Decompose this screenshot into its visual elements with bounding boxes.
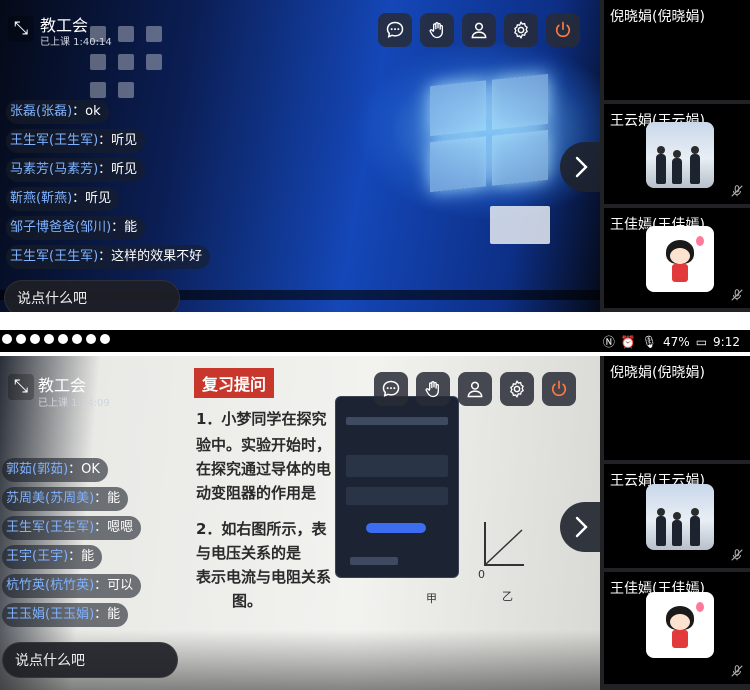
toolbar xyxy=(374,372,576,406)
user-icon xyxy=(467,381,483,398)
worksheet-line: 1．小梦同学在探究 xyxy=(196,410,327,428)
status-icons-right: Ⓝ ⏰ 🎙 47% ▭ 9:12 xyxy=(603,333,740,350)
collapse-icon[interactable]: ⤡ xyxy=(8,374,34,400)
leave-button[interactable] xyxy=(546,13,580,47)
worksheet-line: 验中。实验开始时， xyxy=(196,436,332,454)
raise-hand-icon xyxy=(425,381,439,398)
participant-name: 倪晓娟(倪晓娟) xyxy=(610,365,705,381)
power-icon xyxy=(555,21,571,38)
chat-message: 杭竹英(杭竹英)：可以 xyxy=(2,574,142,598)
avatar xyxy=(646,592,714,658)
raise-hand-button[interactable] xyxy=(420,13,454,47)
settings-button[interactable] xyxy=(504,13,538,47)
chat-message: 马素芳(马素芳)：听见 xyxy=(6,158,146,182)
chat-message: 王生军(王生军)：这样的效果不好 xyxy=(6,245,211,269)
chat-message: 张磊(张磊)：ok xyxy=(6,100,109,124)
worksheet-line: 图。 xyxy=(232,592,263,610)
avatar xyxy=(646,226,714,292)
windows-logo xyxy=(430,73,550,197)
mic-icon: 🎙 xyxy=(641,334,658,349)
settings-button[interactable] xyxy=(500,372,534,406)
chat-button[interactable] xyxy=(374,372,408,406)
chat-icon xyxy=(382,380,400,397)
next-page-button[interactable] xyxy=(560,142,602,192)
chat-message: 靳燕(靳燕)：听见 xyxy=(6,187,120,211)
power-icon xyxy=(551,380,567,397)
avatar xyxy=(646,484,714,550)
leave-button[interactable] xyxy=(542,372,576,406)
chat-button[interactable] xyxy=(378,13,412,47)
worksheet-line: 2．如右图所示，表 xyxy=(196,520,327,538)
desktop-window xyxy=(490,206,550,244)
gear-icon xyxy=(510,380,524,398)
room-status: 已上课 1:24:09 xyxy=(38,398,110,409)
chevron-right-icon xyxy=(575,156,588,178)
chat-message: 王生军(王生军)：听见 xyxy=(6,129,146,153)
meeting-panel-bottom: 复习提问 1．小梦同学在探究 验中。实验开始时， 在探究通过导体的电 动变阻器的… xyxy=(0,356,750,690)
user-icon xyxy=(471,22,487,39)
chat-input[interactable]: 说点什么吧 xyxy=(2,642,178,678)
collapse-icon[interactable]: ⤡ xyxy=(8,16,34,42)
participant-sidebar: 倪晓娟(倪晓娟) 王云娟(王云娟) 王佳嫣(王佳嫣) xyxy=(600,356,750,690)
battery-icon: ▭ xyxy=(695,334,708,349)
chat-input[interactable]: 说点什么吧 xyxy=(4,280,180,312)
alarm-icon: ⏰ xyxy=(620,334,636,349)
participants-button[interactable] xyxy=(462,13,496,47)
graph-label: 乙 xyxy=(502,590,513,603)
participant-tile[interactable]: 王佳嫣(王佳嫣) xyxy=(604,572,750,684)
battery-level: 47% xyxy=(663,334,690,349)
raise-hand-icon xyxy=(429,22,443,39)
participant-sidebar: 倪晓娟(倪晓娟) 王云娟(王云娟) 王佳嫣(王佳嫣) xyxy=(600,0,750,312)
meeting-panel-top: ⤡ 教工会 已上课 1:40:14 张磊(张磊)：ok 王生军(王生军)：听见 … xyxy=(0,0,750,312)
chat-message: 苏周美(苏周美)：能 xyxy=(2,487,129,511)
participant-name: 倪晓娟(倪晓娟) xyxy=(610,9,705,25)
chat-message: 郭茹(郭茹)：OK xyxy=(2,458,108,482)
chat-icon xyxy=(386,21,404,38)
toolbar xyxy=(378,13,580,47)
graph-label: 甲 xyxy=(426,592,437,605)
mic-off-icon xyxy=(731,289,743,301)
chevron-right-icon xyxy=(575,516,588,538)
clock: 9:12 xyxy=(713,334,740,349)
participant-tile[interactable]: 倪晓娟(倪晓娟) xyxy=(604,0,750,100)
chat-list: 郭茹(郭茹)：OK 苏周美(苏周美)：能 王生军(王生军)：嗯嗯 王宇(王宇)：… xyxy=(2,458,142,632)
worksheet-line: 在探究通过导体的电 xyxy=(196,460,332,478)
status-bar: Ⓝ ⏰ 🎙 47% ▭ 9:12 xyxy=(0,330,750,352)
chat-message: 王玉娟(王玉娟)：能 xyxy=(2,603,129,627)
gear-icon xyxy=(514,21,528,39)
chat-list: 张磊(张磊)：ok 王生军(王生军)：听见 马素芳(马素芳)：听见 靳燕(靳燕)… xyxy=(6,100,211,274)
phone-screen-overlay xyxy=(335,396,459,578)
chat-message: 邹子博爸爸(邹川)：能 xyxy=(6,216,146,240)
mic-off-icon xyxy=(731,185,743,197)
participant-tile[interactable]: 王佳嫣(王佳嫣) xyxy=(604,208,750,308)
worksheet-line: 动变阻器的作用是 xyxy=(196,484,317,502)
graph-line xyxy=(486,529,523,565)
mic-off-icon xyxy=(731,665,743,677)
participants-button[interactable] xyxy=(458,372,492,406)
raise-hand-button[interactable] xyxy=(416,372,450,406)
worksheet-title: 复习提问 xyxy=(194,368,275,398)
participant-tile[interactable]: 倪晓娟(倪晓娟) xyxy=(604,356,750,460)
mic-off-icon xyxy=(731,549,743,561)
participant-tile[interactable]: 王云娟(王云娟) xyxy=(604,464,750,568)
avatar xyxy=(646,122,714,188)
participant-tile[interactable]: 王云娟(王云娟) xyxy=(604,104,750,204)
graph-origin-label: 0 xyxy=(478,568,485,581)
worksheet-line: 表示电流与电阻关系 xyxy=(196,568,332,586)
nfc-icon: Ⓝ xyxy=(602,335,615,349)
chat-message: 王生军(王生军)：嗯嗯 xyxy=(2,516,142,540)
room-status: 已上课 1:40:14 xyxy=(40,37,112,48)
status-icons-left xyxy=(2,334,110,344)
chat-message: 王宇(王宇)：能 xyxy=(2,545,103,569)
room-title: 教工会 xyxy=(38,376,87,395)
worksheet-line: 与电压关系的是 xyxy=(196,544,302,562)
next-page-button[interactable] xyxy=(560,502,602,552)
